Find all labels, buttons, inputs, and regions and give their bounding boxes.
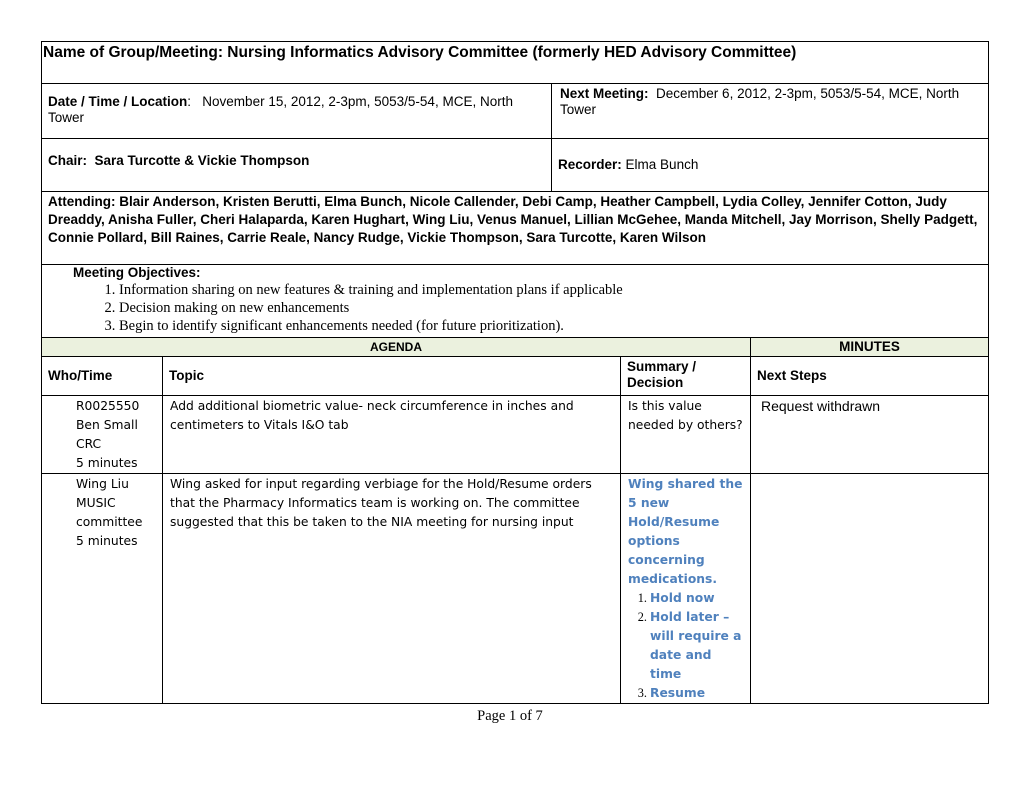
next-meeting-label: Next Meeting: (560, 86, 649, 101)
option-item: Resume (650, 684, 744, 703)
recorder: Recorder: Elma Bunch (550, 138, 990, 192)
attending-label: Attending: (48, 194, 116, 209)
who-line: MUSIC (76, 496, 116, 510)
header-table: Name of Group/Meeting: Nursing Informati… (40, 41, 990, 338)
table-row: R0025550 Ben Small CRC 5 minutes Add add… (41, 395, 989, 474)
table-row: Wing Liu MUSIC committee 5 minutes Wing … (41, 473, 989, 704)
recorder-value: Elma Bunch (625, 157, 699, 172)
meeting-name: Name of Group/Meeting: Nursing Informati… (40, 41, 990, 84)
column-header-who-time: Who/Time (41, 356, 163, 396)
date-label: Date / Time / Location (48, 94, 188, 109)
next-meeting: Next Meeting: December 6, 2012, 2-3pm, 5… (550, 83, 990, 139)
who-line: Ben Small (76, 418, 138, 432)
meeting-objectives: Meeting Objectives: Information sharing … (40, 264, 990, 338)
who-time-cell: Wing Liu MUSIC committee 5 minutes (41, 473, 163, 704)
objective-item: Information sharing on new features & tr… (119, 281, 982, 299)
column-header-summary-decision: Summary / Decision (620, 356, 751, 396)
meeting-name-value: Nursing Informatics Advisory Committee (… (227, 44, 797, 61)
meeting-minutes-document: Name of Group/Meeting: Nursing Informati… (40, 41, 990, 704)
objectives-heading: Meeting Objectives: (73, 265, 201, 280)
who-time-cell: R0025550 Ben Small CRC 5 minutes (41, 395, 163, 474)
who-line: Wing Liu (76, 477, 129, 491)
date-time-location: Date / Time / Location: November 15, 201… (41, 83, 552, 139)
column-header-topic: Topic (162, 356, 621, 396)
agenda-minutes-table: AGENDA MINUTES Who/Time Topic Summary / … (41, 337, 989, 704)
recorder-label: Recorder: (558, 157, 622, 172)
objectives-list: Information sharing on new features & tr… (73, 281, 982, 335)
topic-cell: Add additional biometric value- neck cir… (162, 395, 621, 474)
who-line: R0025550 (76, 399, 140, 413)
summary-cell: Is this value needed by others? (620, 395, 751, 474)
column-header-next-steps: Next Steps (750, 356, 989, 396)
summary-cell: Wing shared the 5 new Hold/Resume option… (620, 473, 751, 704)
chair-label: Chair: (48, 153, 88, 168)
who-line: 5 minutes (76, 456, 138, 470)
objective-item: Begin to identify significant enhancemen… (119, 317, 982, 335)
option-item: Hold now (650, 589, 744, 608)
chair-value: Sara Turcotte & Vickie Thompson (94, 153, 310, 168)
who-line: CRC (76, 437, 102, 451)
who-line: 5 minutes (76, 534, 138, 548)
page-number: Page 1 of 7 (477, 708, 543, 724)
objective-item: Decision making on new enhancements (119, 299, 982, 317)
chair: Chair: Sara Turcotte & Vickie Thompson (41, 138, 552, 192)
next-steps-cell (750, 473, 989, 704)
summary-text: Wing shared the 5 new Hold/Resume option… (628, 477, 743, 586)
attendees: Attending: Blair Anderson, Kristen Berut… (40, 191, 990, 265)
next-steps-cell: Request withdrawn (750, 395, 989, 474)
minutes-section-header: MINUTES (750, 337, 989, 357)
option-item: Hold later – will require a date and tim… (650, 608, 744, 684)
who-line: committee (76, 515, 143, 529)
attending-value: Blair Anderson, Kristen Berutti, Elma Bu… (48, 194, 978, 245)
hold-resume-options-list: Hold now Hold later – will require a dat… (628, 589, 744, 703)
meeting-name-label: Name of Group/Meeting: (43, 44, 223, 61)
agenda-section-header: AGENDA (41, 337, 751, 357)
topic-cell: Wing asked for input regarding verbiage … (162, 473, 621, 704)
